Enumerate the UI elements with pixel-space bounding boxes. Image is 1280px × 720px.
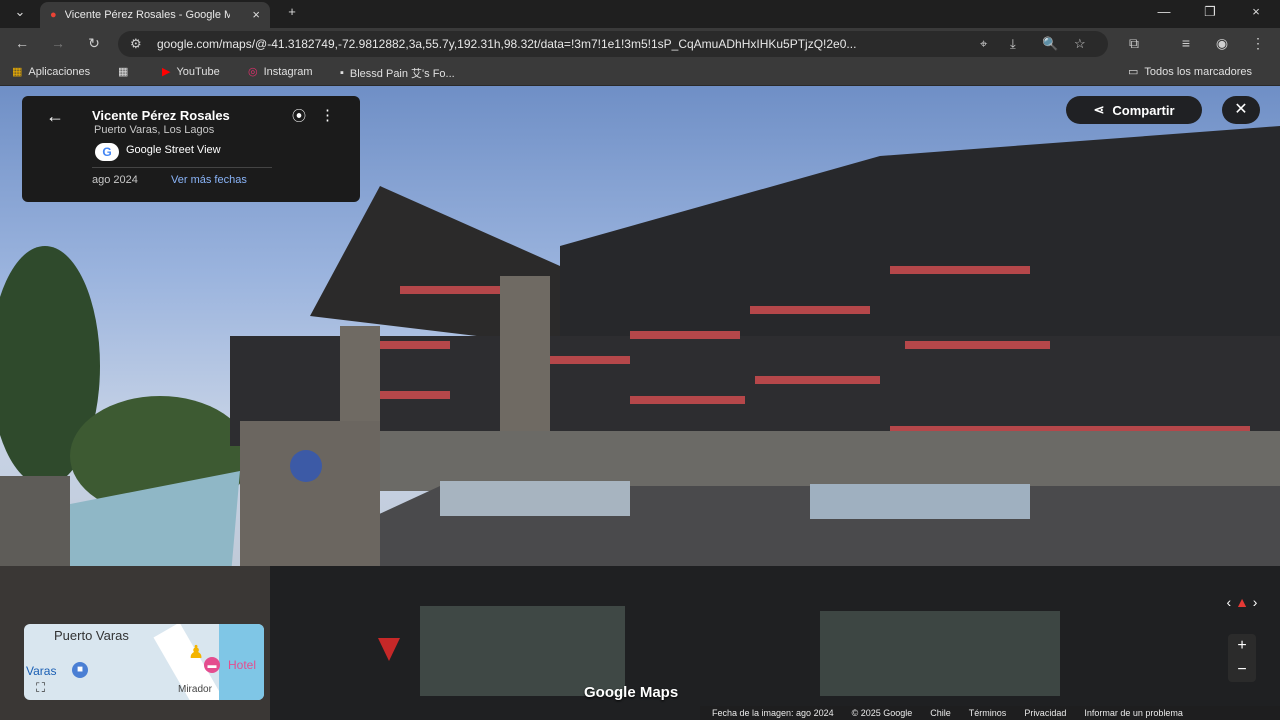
forward-icon[interactable]: → [48, 35, 68, 51]
privacy-link[interactable]: Privacidad [1024, 708, 1066, 718]
bookmarks-bar: ▦ Aplicaciones ▦ ▶ YouTube ◎ Instagram ▪… [0, 60, 1280, 86]
hotel-icon: ▬ [204, 657, 220, 673]
image-date-text: Fecha de la imagen: ago 2024 [712, 708, 834, 718]
zoom-out-button[interactable]: − [1228, 658, 1256, 682]
apps-grid-icon: ▦ [12, 66, 23, 78]
site-info-icon[interactable]: ⚙ [130, 36, 142, 52]
install-icon[interactable]: ⤓ [1010, 36, 1016, 52]
compass-icon[interactable]: ‹ ▲ › [1222, 594, 1262, 624]
transit-icon: ■ [72, 662, 88, 678]
maps-favicon-icon: ● [50, 9, 57, 21]
card-divider [92, 167, 272, 168]
expand-map-icon[interactable]: ⛶ [36, 680, 45, 696]
terms-link[interactable]: Términos [969, 708, 1007, 718]
instagram-icon: ◎ [248, 66, 258, 78]
minimap[interactable]: Puerto Varas Varas ■ ♟ ▬ Hotel Mirador ⛶ [24, 624, 264, 700]
back-arrow-icon[interactable]: ← [46, 106, 64, 127]
new-tab-icon[interactable]: + [280, 4, 304, 19]
minimap-label-hotel: Hotel [228, 658, 257, 672]
browser-toolbar: ← → ↻ ⚙ google.com/maps/@-41.3182749,-72… [0, 28, 1280, 60]
tab-active[interactable]: ● Vicente Pérez Rosales - Google M × [40, 2, 270, 28]
share-button[interactable]: ⋖ Compartir [1066, 96, 1202, 124]
bookmark-youtube[interactable]: ▶ YouTube [162, 65, 220, 79]
media-icon[interactable]: ≡ [1176, 35, 1196, 51]
place-title: Vicente Pérez Rosales [92, 108, 230, 123]
menu-icon[interactable]: ⋮ [1248, 35, 1268, 52]
close-tab-icon[interactable]: × [252, 7, 260, 22]
youtube-icon: ▶ [162, 66, 171, 78]
place-subtitle: Puerto Varas, Los Lagos [94, 124, 215, 136]
bookmark-grid-icon[interactable]: ▦ [118, 65, 128, 78]
location-icon[interactable]: ⌖ [980, 36, 987, 52]
blessd-icon: ▪ [340, 67, 344, 79]
zoom-in-button[interactable]: + [1228, 634, 1256, 658]
close-window-icon[interactable]: × [1244, 4, 1268, 19]
back-icon[interactable]: ← [12, 35, 32, 51]
capture-date: ago 2024 [92, 174, 138, 186]
pin-icon[interactable]: ⦿ [292, 106, 306, 126]
google-logo-icon: G [95, 143, 119, 161]
copyright-text: © 2025 Google [851, 708, 913, 718]
share-icon: ⋖ [1093, 102, 1105, 117]
country-link[interactable]: Chile [930, 708, 951, 718]
minimap-city-label: Puerto Varas [54, 628, 129, 643]
restore-icon[interactable]: ❐ [1198, 4, 1222, 20]
reload-icon[interactable]: ↻ [84, 35, 104, 52]
zoom-control: + − [1228, 634, 1256, 682]
bookmark-instagram[interactable]: ◎ Instagram [248, 65, 313, 79]
more-dates-link[interactable]: Ver más fechas [171, 174, 247, 186]
place-info-card: ← Vicente Pérez Rosales Puerto Varas, Lo… [22, 96, 360, 202]
close-street-view-button[interactable]: ✕ [1222, 96, 1260, 124]
address-bar[interactable]: ⚙ google.com/maps/@-41.3182749,-72.98128… [118, 31, 1108, 57]
bookmark-all[interactable]: ▭ Todos los marcadores [1128, 65, 1252, 79]
zoom-icon[interactable]: 🔍 [1042, 36, 1058, 52]
folder-icon: ▭ [1128, 66, 1139, 78]
tab-bar: ⌄ ● Vicente Pérez Rosales - Google M × +… [0, 0, 1280, 28]
google-maps-watermark: Google Maps [584, 684, 679, 701]
report-problem-link[interactable]: Informar de un problema [1084, 708, 1183, 718]
provider-label: Google Street View [126, 144, 221, 156]
minimap-label-mirador: Mirador [178, 684, 212, 695]
bookmark-blessd[interactable]: ▪ Blessd Pain 艾's Fo... [340, 65, 455, 81]
pegman-icon[interactable]: ♟ [188, 642, 204, 663]
profile-avatar[interactable]: ◉ [1212, 35, 1232, 52]
minimap-label-varas: Varas [26, 664, 57, 678]
map-footer: Fecha de la imagen: ago 2024 © 2025 Goog… [700, 706, 1280, 720]
bookmark-apps[interactable]: ▦ Aplicaciones [12, 65, 90, 79]
tab-title: Vicente Pérez Rosales - Google M [64, 9, 230, 21]
bookmark-star-icon[interactable]: ☆ [1074, 36, 1086, 52]
extensions-icon[interactable]: ⧉ [1124, 35, 1144, 52]
minimize-icon[interactable]: — [1152, 4, 1176, 19]
url-text: google.com/maps/@-41.3182749,-72.9812882… [157, 37, 857, 51]
street-view-panorama[interactable]: ← Vicente Pérez Rosales Puerto Varas, Lo… [0, 86, 1280, 720]
tab-search-icon[interactable]: ⌄ [8, 4, 32, 20]
more-options-icon[interactable]: ⋮ [320, 106, 335, 124]
